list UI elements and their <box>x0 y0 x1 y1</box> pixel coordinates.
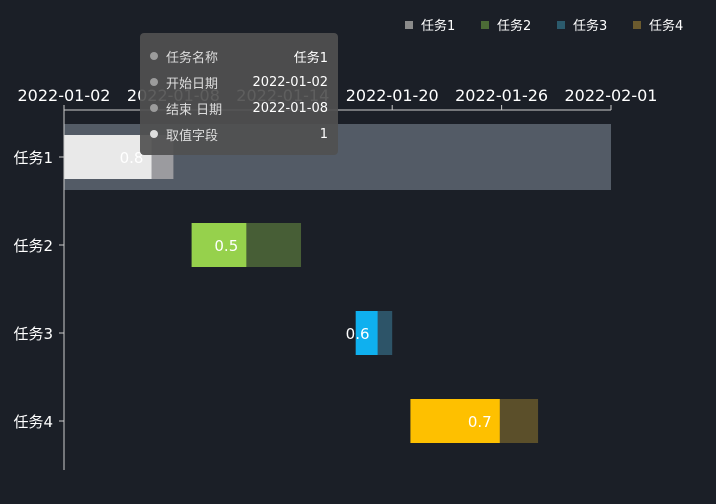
legend-label-2: 任务2 <box>497 18 531 34</box>
tooltip-value: 2022-01-08 <box>252 100 328 116</box>
x-tick-label-6: 2022-02-01 <box>565 86 658 105</box>
x-tick-label-1: 2022-01-02 <box>18 86 111 105</box>
y-category-label-4: 任务4 <box>13 413 53 431</box>
tooltip-dot-icon <box>150 78 158 86</box>
data-label-4: 0.7 <box>468 413 492 431</box>
legend-swatch-icon <box>633 21 641 29</box>
tooltip-dot-icon <box>150 104 158 112</box>
tooltip-label: 任务名称 <box>166 50 219 66</box>
tooltip-value: 1 <box>319 126 328 142</box>
tooltip-value: 任务1 <box>293 50 328 66</box>
gantt-chart: 0.80.50.60.72022-01-022022-01-082022-01-… <box>0 0 716 504</box>
legend-label-4: 任务4 <box>649 18 683 34</box>
data-label-3: 0.6 <box>346 325 370 343</box>
tooltip-dot-icon <box>150 52 158 60</box>
tooltip-row-start-date: 开始日期 2022-01-02 <box>150 69 328 95</box>
tooltip-row-end-date: 结束 日期 2022-01-08 <box>150 95 328 121</box>
tooltip-label: 开始日期 <box>166 76 219 92</box>
y-category-label-1: 任务1 <box>13 149 53 167</box>
tooltip-label: 取值字段 <box>166 128 219 144</box>
legend-swatch-icon <box>557 21 565 29</box>
y-category-label-2: 任务2 <box>13 237 53 255</box>
tooltip: 任务名称 任务1 开始日期 2022-01-02 结束 日期 2022-01-0… <box>140 33 338 155</box>
x-tick-label-4: 2022-01-20 <box>346 86 439 105</box>
legend-label-1: 任务1 <box>421 18 455 34</box>
y-category-label-3: 任务3 <box>13 325 53 343</box>
legend-swatch-icon <box>405 21 413 29</box>
chart-canvas: 0.80.50.60.72022-01-022022-01-082022-01-… <box>13 18 683 470</box>
data-label-2: 0.5 <box>214 237 238 255</box>
legend-swatch-icon <box>481 21 489 29</box>
tooltip-label: 结束 日期 <box>166 102 223 118</box>
tooltip-row-value-field: 取值字段 1 <box>150 121 328 147</box>
legend-label-3: 任务3 <box>573 18 607 34</box>
tooltip-dot-icon <box>150 130 158 138</box>
tooltip-row-task-name: 任务名称 任务1 <box>150 43 328 69</box>
x-tick-label-5: 2022-01-26 <box>455 86 548 105</box>
tooltip-value: 2022-01-02 <box>252 74 328 90</box>
